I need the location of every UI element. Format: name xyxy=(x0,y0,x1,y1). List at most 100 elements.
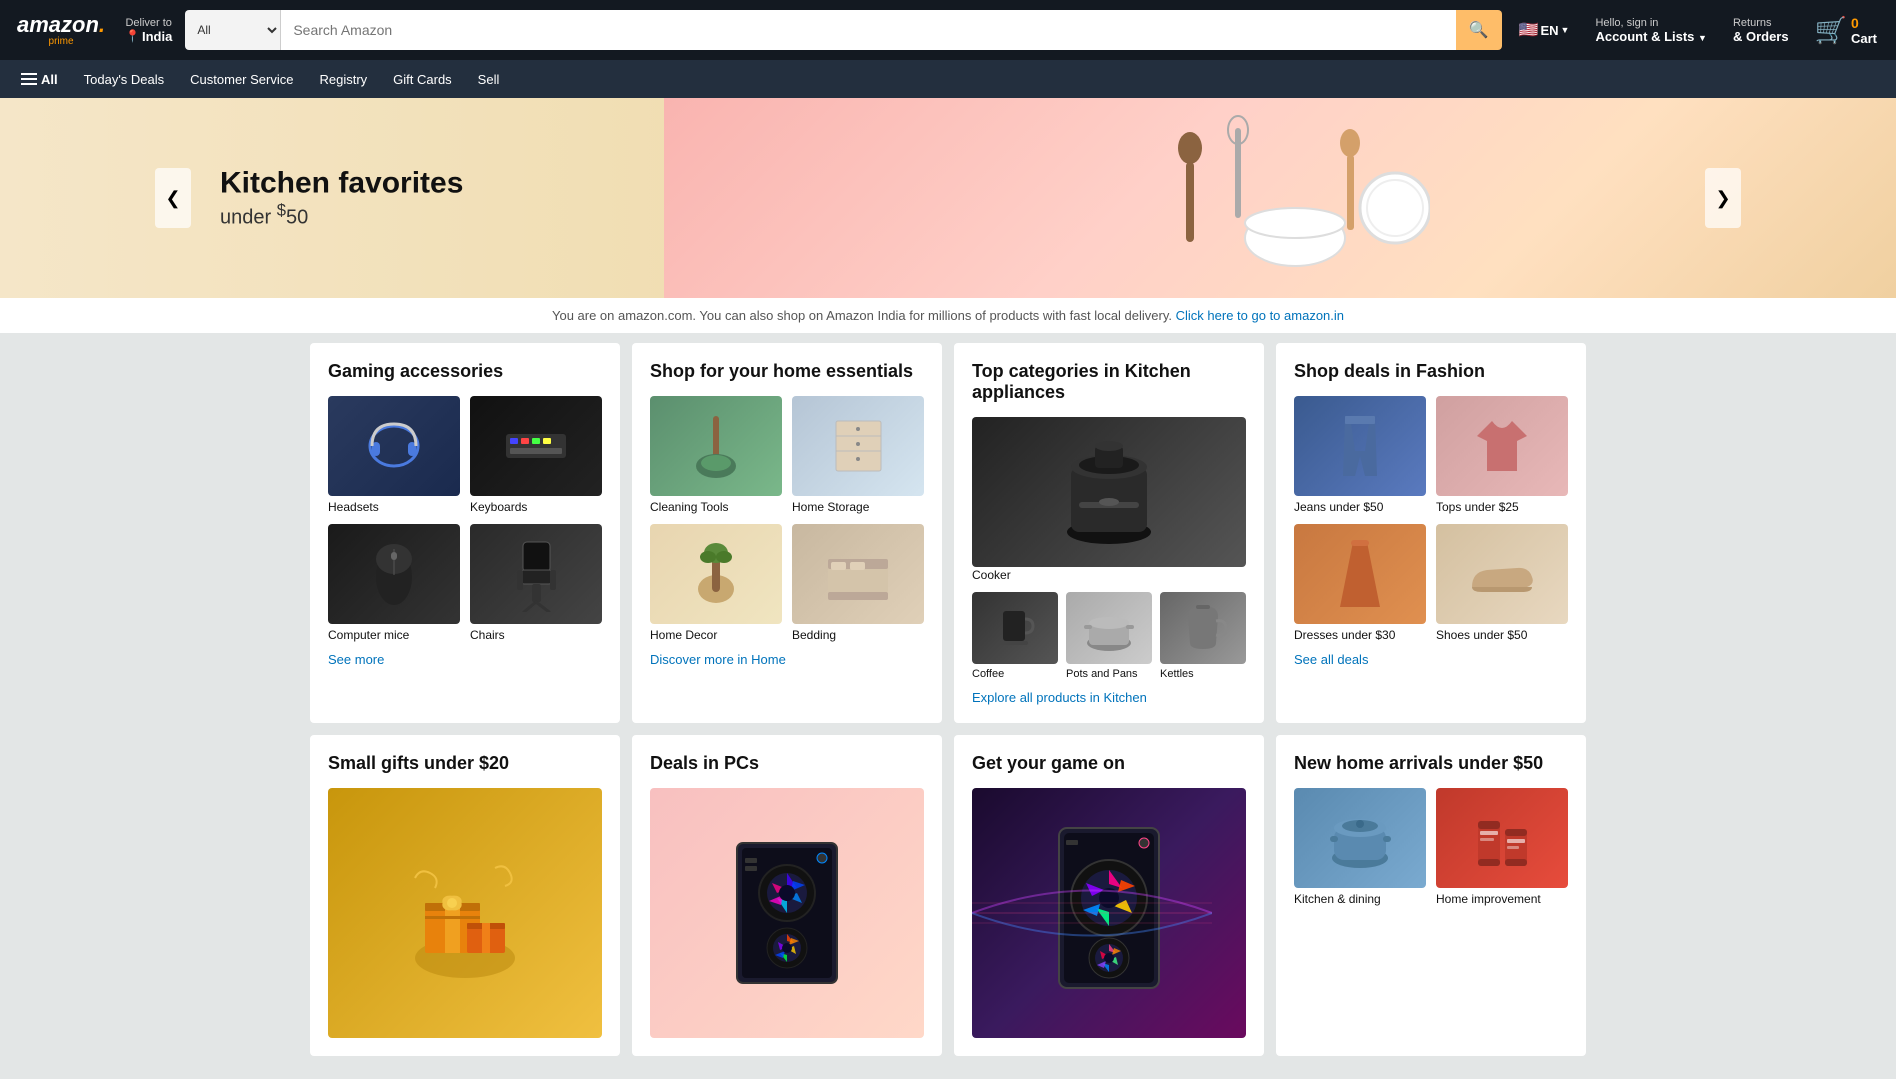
search-input[interactable] xyxy=(281,10,1455,50)
gifts-image[interactable] xyxy=(328,788,602,1038)
india-notice-text: You are on amazon.com. You can also shop… xyxy=(552,308,1172,323)
kettles-item[interactable]: Kettles xyxy=(1160,592,1246,680)
dresses-item[interactable]: Dresses under $30 xyxy=(1294,524,1426,642)
tops-image xyxy=(1436,396,1568,496)
bedding-item[interactable]: Bedding xyxy=(792,524,924,642)
home-improvement-label: Home improvement xyxy=(1436,892,1568,906)
kitchen-card: Top categories in Kitchen appliances Coo… xyxy=(954,343,1264,723)
india-notice-link[interactable]: Click here to go to amazon.in xyxy=(1176,308,1344,323)
language-selector[interactable]: 🇺🇸 EN ▼ xyxy=(1510,15,1579,45)
gaming-bottom-image[interactable] xyxy=(972,788,1246,1038)
chevron-right-icon: ❯ xyxy=(1715,188,1730,209)
gaming-card-title: Gaming accessories xyxy=(328,361,602,382)
kettles-label: Kettles xyxy=(1160,668,1246,680)
storage-image xyxy=(792,396,924,496)
pcs-card-title: Deals in PCs xyxy=(650,753,924,774)
all-menu-button[interactable]: All xyxy=(10,65,69,94)
cleaning-image xyxy=(650,396,782,496)
returns-sub: & Orders xyxy=(1733,29,1789,44)
deliver-to[interactable]: Deliver to 📍 India xyxy=(120,14,177,47)
returns-label: Returns xyxy=(1733,17,1789,29)
gaming-see-more[interactable]: See more xyxy=(328,652,602,667)
chairs-label: Chairs xyxy=(470,628,602,642)
chevron-down-icon: ▼ xyxy=(1561,25,1570,35)
fashion-card: Shop deals in Fashion Jeans under $50 xyxy=(1276,343,1586,723)
home-essentials-card: Shop for your home essentials Cleaning T… xyxy=(632,343,942,723)
search-icon: 🔍 xyxy=(1469,20,1489,40)
cart-icon: 🛒 xyxy=(1815,15,1847,46)
deliver-country: India xyxy=(142,29,172,44)
tops-label: Tops under $25 xyxy=(1436,500,1568,514)
flag-icon: 🇺🇸 xyxy=(1519,20,1539,40)
cart-label: Cart xyxy=(1851,31,1877,46)
home-improvement-item[interactable]: Home improvement xyxy=(1436,788,1568,906)
chevron-left-icon: ❮ xyxy=(165,188,180,209)
fashion-see-more[interactable]: See all deals xyxy=(1294,652,1568,667)
gaming-bottom-card: Get your game on xyxy=(954,735,1264,1056)
search-button[interactable]: 🔍 xyxy=(1456,10,1502,50)
nav-today-deals[interactable]: Today's Deals xyxy=(73,65,176,94)
cooker-image xyxy=(972,417,1246,567)
pcs-image[interactable] xyxy=(650,788,924,1038)
search-bar: All Electronics Books Clothing Kitchen 🔍 xyxy=(185,10,1501,50)
cleaning-tools-item[interactable]: Cleaning Tools xyxy=(650,396,782,514)
cleaning-label: Cleaning Tools xyxy=(650,500,782,514)
cart-button[interactable]: 🛒 0 Cart xyxy=(1806,10,1886,51)
main-navbar: All Today's Deals Customer Service Regis… xyxy=(0,60,1896,98)
bedding-image xyxy=(792,524,924,624)
home-essentials-see-more[interactable]: Discover more in Home xyxy=(650,652,924,667)
gaming-chairs-item[interactable]: Chairs xyxy=(470,524,602,642)
pots-item[interactable]: Pots and Pans xyxy=(1066,592,1152,680)
gaming-keyboards-item[interactable]: Keyboards xyxy=(470,396,602,514)
cart-count: 0 xyxy=(1851,15,1877,31)
nav-sell[interactable]: Sell xyxy=(467,65,511,94)
kitchen-dining-item[interactable]: Kitchen & dining xyxy=(1294,788,1426,906)
banner-text: Kitchen favorites under $50 xyxy=(220,167,463,230)
jeans-item[interactable]: Jeans under $50 xyxy=(1294,396,1426,514)
shoes-item[interactable]: Shoes under $50 xyxy=(1436,524,1568,642)
banner-title: Kitchen favorites xyxy=(220,167,463,201)
keyboards-label: Keyboards xyxy=(470,500,602,514)
jeans-label: Jeans under $50 xyxy=(1294,500,1426,514)
nav-customer-service[interactable]: Customer Service xyxy=(179,65,304,94)
hero-banner: ❮ Kitchen favorites under $50 ❯ xyxy=(0,98,1896,298)
coffee-image xyxy=(972,592,1058,664)
home-arrivals-card: New home arrivals under $50 xyxy=(1276,735,1586,1056)
gifts-card-title: Small gifts under $20 xyxy=(328,753,602,774)
home-improvement-image xyxy=(1436,788,1568,888)
keyboard-image xyxy=(470,396,602,496)
home-storage-item[interactable]: Home Storage xyxy=(792,396,924,514)
home-essentials-grid: Cleaning Tools Home Storage xyxy=(650,396,924,642)
gaming-mice-item[interactable]: Computer mice xyxy=(328,524,460,642)
india-notice-bar: You are on amazon.com. You can also shop… xyxy=(0,298,1896,333)
headset-image xyxy=(328,396,460,496)
main-content: Gaming accessories Headsets xyxy=(300,333,1596,1066)
lang-code: EN xyxy=(1540,23,1558,38)
coffee-label: Coffee xyxy=(972,668,1058,680)
decor-image xyxy=(650,524,782,624)
coffee-item[interactable]: Coffee xyxy=(972,592,1058,680)
headsets-label: Headsets xyxy=(328,500,460,514)
gaming-bottom-title: Get your game on xyxy=(972,753,1246,774)
amazon-logo[interactable]: amazon. prime xyxy=(10,13,112,48)
gaming-card: Gaming accessories Headsets xyxy=(310,343,620,723)
cooker-area[interactable]: Cooker xyxy=(972,417,1246,582)
nav-registry[interactable]: Registry xyxy=(308,65,378,94)
kitchen-sub-grid: Coffee Pots and Pans xyxy=(972,592,1246,680)
home-arrivals-title: New home arrivals under $50 xyxy=(1294,753,1568,774)
all-label: All xyxy=(41,72,58,87)
account-sub: Account & Lists ▼ xyxy=(1595,29,1707,44)
account-menu[interactable]: Hello, sign in Account & Lists ▼ xyxy=(1586,12,1716,49)
kitchen-see-more[interactable]: Explore all products in Kitchen xyxy=(972,690,1246,705)
tops-item[interactable]: Tops under $25 xyxy=(1436,396,1568,514)
jeans-image xyxy=(1294,396,1426,496)
home-decor-item[interactable]: Home Decor xyxy=(650,524,782,642)
returns-menu[interactable]: Returns & Orders xyxy=(1724,12,1798,49)
pin-icon: 📍 xyxy=(125,29,140,43)
search-category-select[interactable]: All Electronics Books Clothing Kitchen xyxy=(185,10,281,50)
banner-next-button[interactable]: ❯ xyxy=(1705,168,1741,228)
banner-prev-button[interactable]: ❮ xyxy=(155,168,191,228)
home-arrivals-grid: Kitchen & dining xyxy=(1294,788,1568,906)
gaming-headsets-item[interactable]: Headsets xyxy=(328,396,460,514)
nav-gift-cards[interactable]: Gift Cards xyxy=(382,65,463,94)
